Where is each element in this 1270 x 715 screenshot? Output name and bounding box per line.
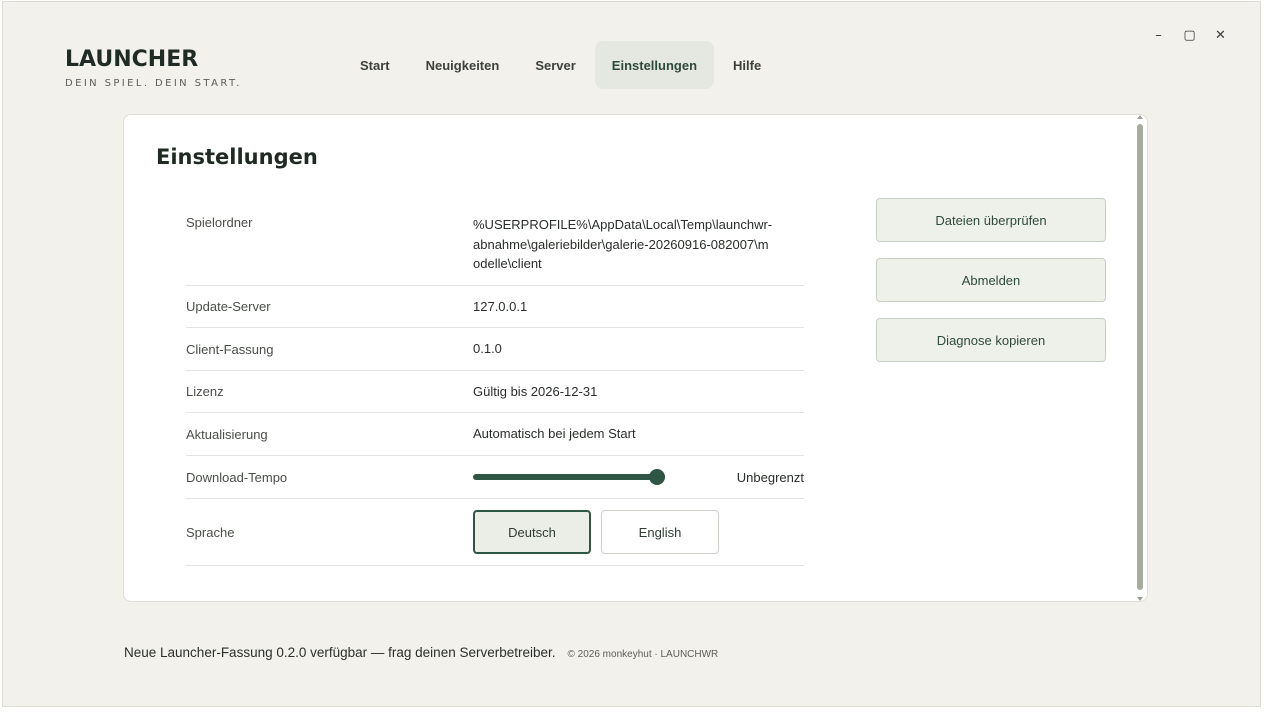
card-scrollbar[interactable]	[1136, 115, 1144, 601]
setting-label: Client-Fassung	[186, 341, 274, 357]
language-button-english[interactable]: English	[601, 510, 719, 554]
main-nav: Start Neuigkeiten Server Einstellungen H…	[343, 41, 778, 89]
copy-diagnostics-button[interactable]: Diagnose kopieren	[876, 318, 1106, 362]
tab-server[interactable]: Server	[518, 41, 592, 89]
setting-row-updates: Aktualisierung Automatisch bei jedem Sta…	[186, 413, 804, 456]
logout-button[interactable]: Abmelden	[876, 258, 1106, 302]
setting-label: Update-Server	[186, 299, 271, 314]
setting-row-download-speed: Download-Tempo Unbegrenzt	[186, 456, 804, 499]
tab-hilfe[interactable]: Hilfe	[716, 41, 778, 89]
language-button-deutsch[interactable]: Deutsch	[473, 510, 591, 554]
setting-label: Sprache	[186, 524, 235, 540]
download-speed-slider[interactable]	[473, 469, 666, 485]
page-title: Einstellungen	[156, 145, 318, 169]
scrollbar-thumb[interactable]	[1137, 124, 1143, 590]
setting-value-folder: %USERPROFILE%\AppData\Local\Temp\launchw…	[473, 217, 773, 271]
update-notice: Neue Launcher-Fassung 0.2.0 verfügbar — …	[124, 645, 556, 660]
tab-start[interactable]: Start	[343, 41, 407, 89]
brand: LAUNCHER DEIN SPIEL. DEIN START.	[65, 47, 242, 89]
settings-list: Spielordner %USERPROFILE%\AppData\Local\…	[186, 203, 804, 566]
setting-value-update-server: 127.0.0.1	[473, 298, 528, 314]
slider-track[interactable]	[473, 474, 665, 480]
footer: Neue Launcher-Fassung 0.2.0 verfügbar — …	[124, 645, 718, 660]
language-options: Deutsch English	[473, 510, 719, 554]
launcher-window: – ▢ ✕ LAUNCHER DEIN SPIEL. DEIN START. S…	[2, 1, 1261, 707]
settings-card: Einstellungen Spielordner %USERPROFILE%\…	[123, 114, 1148, 602]
settings-actions: Dateien überprüfen Abmelden Diagnose kop…	[876, 198, 1106, 362]
setting-row-folder: Spielordner %USERPROFILE%\AppData\Local\…	[186, 203, 804, 286]
setting-label: Download-Tempo	[186, 469, 288, 485]
setting-value-updates: Automatisch bei jedem Start	[473, 426, 636, 442]
slider-thumb[interactable]	[649, 469, 666, 485]
download-speed-control: Unbegrenzt	[473, 469, 804, 485]
maximize-icon[interactable]: ▢	[1174, 24, 1205, 46]
scroll-down-icon[interactable]	[1137, 597, 1143, 601]
tab-einstellungen[interactable]: Einstellungen	[594, 41, 715, 89]
setting-label: Aktualisierung	[186, 426, 268, 442]
setting-row-license: Lizenz Gültig bis 2026-12-31	[186, 371, 804, 413]
setting-row-update-server: Update-Server 127.0.0.1	[186, 286, 804, 328]
brand-title: LAUNCHER	[65, 47, 199, 72]
setting-value-client-version: 0.1.0	[473, 341, 502, 357]
setting-label: Lizenz	[186, 384, 224, 399]
setting-row-language: Sprache Deutsch English	[186, 499, 804, 566]
setting-row-client-version: Client-Fassung 0.1.0	[186, 328, 804, 371]
scroll-up-icon[interactable]	[1137, 115, 1143, 119]
window-controls: – ▢ ✕	[1143, 24, 1236, 46]
setting-label: Spielordner	[186, 215, 253, 230]
copyright: © 2026 monkeyhut · LAUNCHWR	[567, 649, 719, 660]
minimize-icon[interactable]: –	[1143, 24, 1174, 46]
download-speed-value: Unbegrenzt	[736, 469, 804, 485]
close-icon[interactable]: ✕	[1205, 24, 1236, 46]
setting-value-license: Gültig bis 2026-12-31	[473, 383, 598, 399]
brand-subtitle: DEIN SPIEL. DEIN START.	[65, 78, 242, 89]
tab-neuigkeiten[interactable]: Neuigkeiten	[409, 41, 517, 89]
verify-files-button[interactable]: Dateien überprüfen	[876, 198, 1106, 242]
